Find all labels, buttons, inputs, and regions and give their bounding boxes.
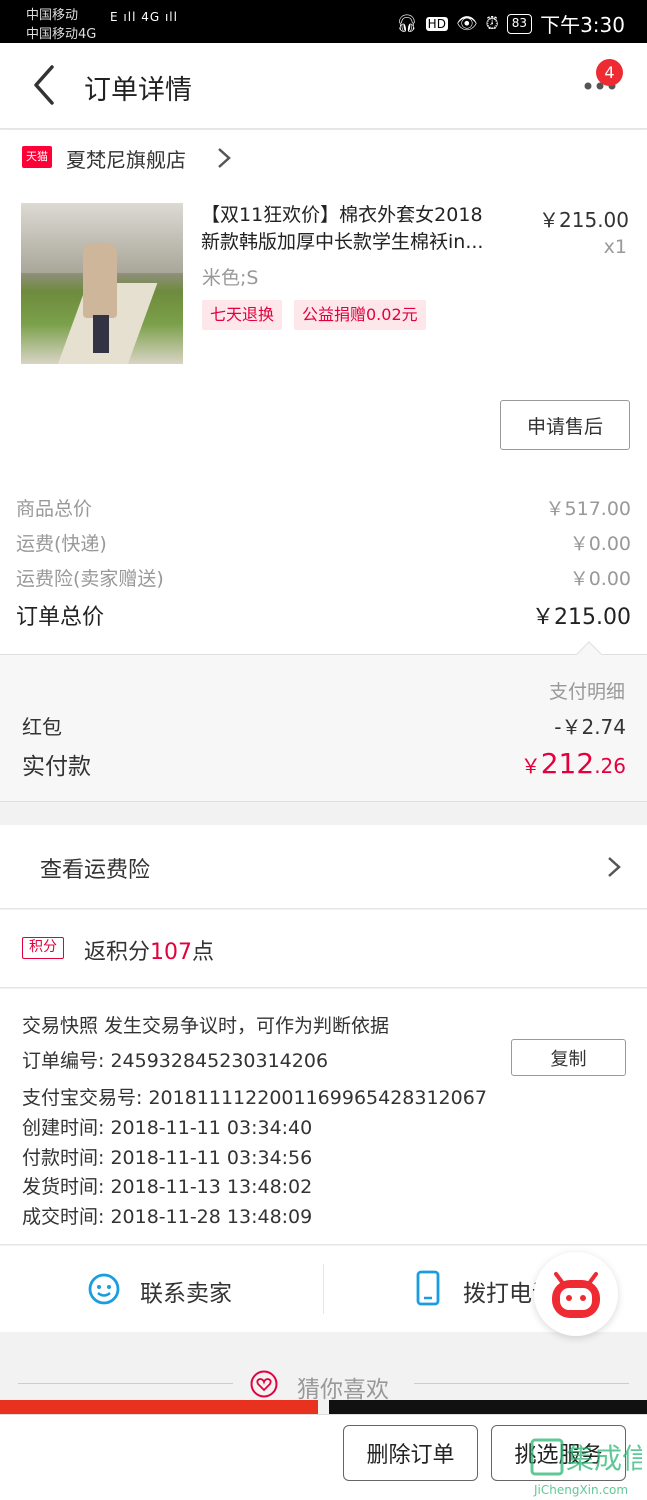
divider-line	[18, 1383, 233, 1384]
points-suffix: 点	[192, 940, 215, 965]
back-arrow-icon[interactable]	[30, 63, 60, 107]
summary-value: ￥0.00	[569, 533, 631, 555]
paid-label: 实付款	[22, 754, 91, 780]
shipped-time: 发货时间: 2018-11-13 13:48:02	[22, 1176, 313, 1198]
summary-label: 运费(快递)	[16, 533, 107, 555]
clock: 下午3:30	[540, 13, 625, 37]
product-qty: x1	[603, 236, 627, 258]
paid-decimal: .26	[594, 754, 626, 778]
chevron-right-icon	[608, 857, 621, 877]
points-badge: 积分	[22, 937, 64, 959]
divider	[323, 1264, 324, 1314]
total-value: ￥215.00	[532, 605, 631, 630]
completed-time: 成交时间: 2018-11-28 13:48:09	[22, 1206, 313, 1228]
paid-amount: ￥212.26	[521, 747, 626, 781]
points-count: 107	[150, 940, 193, 965]
payment-detail-title: 支付明细	[548, 681, 625, 703]
watermark-logo: 集成信 JiChengXin.com	[530, 1438, 642, 1497]
carrier-label-2: 中国移动4G	[26, 27, 97, 42]
payment-detail: 支付明细 红包 -￥2.74 实付款 ￥212.26	[0, 641, 647, 802]
summary-row-shipping: 运费(快递) ￥0.00	[16, 529, 631, 556]
points-prefix: 返积分	[84, 940, 151, 965]
hongbao-row: 红包 -￥2.74	[22, 711, 626, 740]
battery-icon: 83	[506, 13, 533, 34]
paid-time: 付款时间: 2018-11-11 03:34:56	[22, 1147, 313, 1169]
paid-integer: 212	[540, 747, 595, 780]
order-number: 订单编号: 245932845230314206	[22, 1050, 329, 1072]
summary-value: ￥517.00	[545, 498, 631, 520]
insurance-label: 查看运费险	[40, 858, 151, 883]
app-header: 订单详情 4	[0, 43, 647, 129]
hongbao-label: 红包	[22, 715, 62, 739]
assistant-robot-icon	[552, 1272, 600, 1318]
page-title: 订单详情	[84, 75, 192, 106]
product-spec: 米色;S	[202, 267, 259, 289]
paid-currency: ￥	[520, 754, 541, 778]
contact-seller-button[interactable]: 联系卖家	[140, 1274, 232, 1308]
points-text: 返积分107点	[84, 934, 214, 966]
charity-tag: 公益捐赠0.02元	[294, 300, 426, 330]
hongbao-value: -￥2.74	[554, 715, 626, 739]
summary-value: ￥0.00	[569, 568, 631, 590]
shipping-insurance-row[interactable]: 查看运费险	[0, 825, 647, 909]
signal-icon: E ıll 4G ıll	[110, 10, 178, 24]
guess-title: 猜你喜欢	[297, 1377, 389, 1403]
points-row: 积分 返积分107点	[0, 910, 647, 988]
product-title[interactable]: 【双11狂欢价】棉衣外套女2018 新款韩版加厚中长款学生棉袄in...	[201, 202, 521, 256]
status-bar: 中国移动 中国移动4G E ıll 4G ıll 🎧︎ HD 👁︎ ⏰︎ 83 …	[0, 0, 647, 43]
total-label: 订单总价	[16, 605, 105, 630]
alarm-icon: ⏰︎	[485, 13, 499, 34]
trade-snapshot: 交易快照 发生交易争议时，可作为判断依据 订单编号: 2459328452303…	[0, 989, 647, 1245]
phone-icon[interactable]	[416, 1270, 440, 1306]
image-person	[83, 243, 117, 318]
chevron-right-icon[interactable]	[216, 146, 232, 170]
summary-label: 运费险(卖家赠送)	[16, 568, 164, 590]
status-right: 🎧︎ HD 👁︎ ⏰︎ 83 下午3:30	[396, 9, 625, 38]
notification-badge: 4	[596, 59, 623, 86]
summary-row-goods: 商品总价 ￥517.00	[16, 494, 631, 521]
paid-row: 实付款 ￥212.26	[22, 747, 626, 781]
created-time: 创建时间: 2018-11-11 03:34:40	[22, 1117, 313, 1139]
copy-button[interactable]: 复制	[511, 1039, 626, 1076]
image-legs	[93, 315, 109, 353]
product-title-line1: 【双11狂欢价】棉衣外套女2018	[201, 204, 483, 226]
headphones-icon: 🎧︎	[396, 13, 418, 34]
snapshot-title[interactable]: 交易快照 发生交易争议时，可作为判断依据	[22, 1011, 389, 1038]
heart-icon	[250, 1370, 278, 1398]
hd-icon: HD	[425, 16, 448, 31]
aftersale-button[interactable]: 申请售后	[500, 400, 630, 450]
summary-row-total: 订单总价 ￥215.00	[16, 599, 631, 631]
divider-line	[414, 1383, 629, 1384]
product-title-line2: 新款韩版加厚中长款学生棉袄in...	[201, 231, 484, 253]
shop-name[interactable]: 夏梵尼旗舰店	[66, 144, 186, 173]
watermark-cn: 集成信	[566, 1442, 642, 1475]
delete-order-button[interactable]: 删除订单	[343, 1425, 478, 1481]
product-price: ￥215.00	[539, 208, 629, 232]
summary-row-insurance: 运费险(卖家赠送) ￥0.00	[16, 564, 631, 591]
return-tag: 七天退换	[202, 300, 283, 330]
assistant-float-button[interactable]	[534, 1252, 618, 1336]
alipay-number: 支付宝交易号: 2018111122001169965428312067	[22, 1087, 487, 1109]
eye-icon: 👁︎	[455, 13, 478, 34]
order-card: 天猫 夏梵尼旗舰店 【双11狂欢价】棉衣外套女2018 新款韩版加厚中长款学生棉…	[0, 130, 647, 654]
carrier-label-1: 中国移动	[26, 8, 79, 23]
tmall-logo-icon: 天猫	[22, 146, 52, 168]
chat-face-icon[interactable]	[88, 1273, 120, 1305]
product-image[interactable]	[21, 203, 183, 364]
summary-label: 商品总价	[16, 498, 93, 520]
watermark-url: JiChengXin.com	[533, 1483, 628, 1497]
